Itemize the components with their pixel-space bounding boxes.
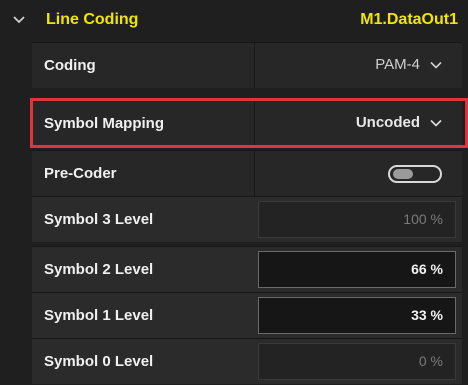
row-symbol-2-level: Symbol 2 Level 66 % xyxy=(32,246,462,292)
symbol-0-level-label: Symbol 0 Level xyxy=(44,353,154,370)
symbol-mapping-dropdown[interactable]: Uncoded xyxy=(356,114,442,131)
row-symbol-0-level: Symbol 0 Level 0 % xyxy=(32,338,462,384)
coding-label: Coding xyxy=(44,57,96,74)
coding-value: PAM-4 xyxy=(375,56,420,73)
toggle-knob xyxy=(393,169,413,179)
pre-coder-label: Pre-Coder xyxy=(44,165,117,182)
symbol-0-level-field: 0 % xyxy=(258,343,456,380)
row-symbol-1-level: Symbol 1 Level 33 % xyxy=(32,292,462,338)
section-title: Line Coding xyxy=(46,11,139,28)
row-symbol-3-level: Symbol 3 Level 100 % xyxy=(32,196,462,242)
chevron-down-icon xyxy=(430,119,442,127)
symbol-mapping-value: Uncoded xyxy=(355,114,420,131)
row-pre-coder: Pre-Coder xyxy=(32,150,462,196)
symbol-1-level-field[interactable]: 33 % xyxy=(258,297,456,334)
section-header[interactable]: Line Coding M1.DataOut1 xyxy=(0,0,468,42)
column-divider xyxy=(254,43,255,88)
symbol-2-level-field[interactable]: 66 % xyxy=(258,251,456,288)
chevron-down-icon xyxy=(430,61,442,69)
line-coding-panel: Line Coding M1.DataOut1 Coding PAM-4 Sym… xyxy=(0,0,468,385)
symbol-1-level-label: Symbol 1 Level xyxy=(44,307,154,324)
row-symbol-mapping: Symbol Mapping Uncoded xyxy=(32,100,462,146)
chevron-down-icon[interactable] xyxy=(12,13,26,27)
column-divider xyxy=(254,151,255,196)
symbol-mapping-label: Symbol Mapping xyxy=(44,115,164,132)
left-gutter xyxy=(0,42,32,385)
section-target: M1.DataOut1 xyxy=(360,11,458,28)
pre-coder-toggle[interactable] xyxy=(388,165,442,183)
column-divider xyxy=(254,101,255,146)
row-coding: Coding PAM-4 xyxy=(32,42,462,88)
symbol-2-level-label: Symbol 2 Level xyxy=(44,261,154,278)
coding-dropdown[interactable]: PAM-4 xyxy=(375,56,442,73)
symbol-3-level-field: 100 % xyxy=(258,201,456,238)
symbol-3-level-label: Symbol 3 Level xyxy=(44,211,154,228)
